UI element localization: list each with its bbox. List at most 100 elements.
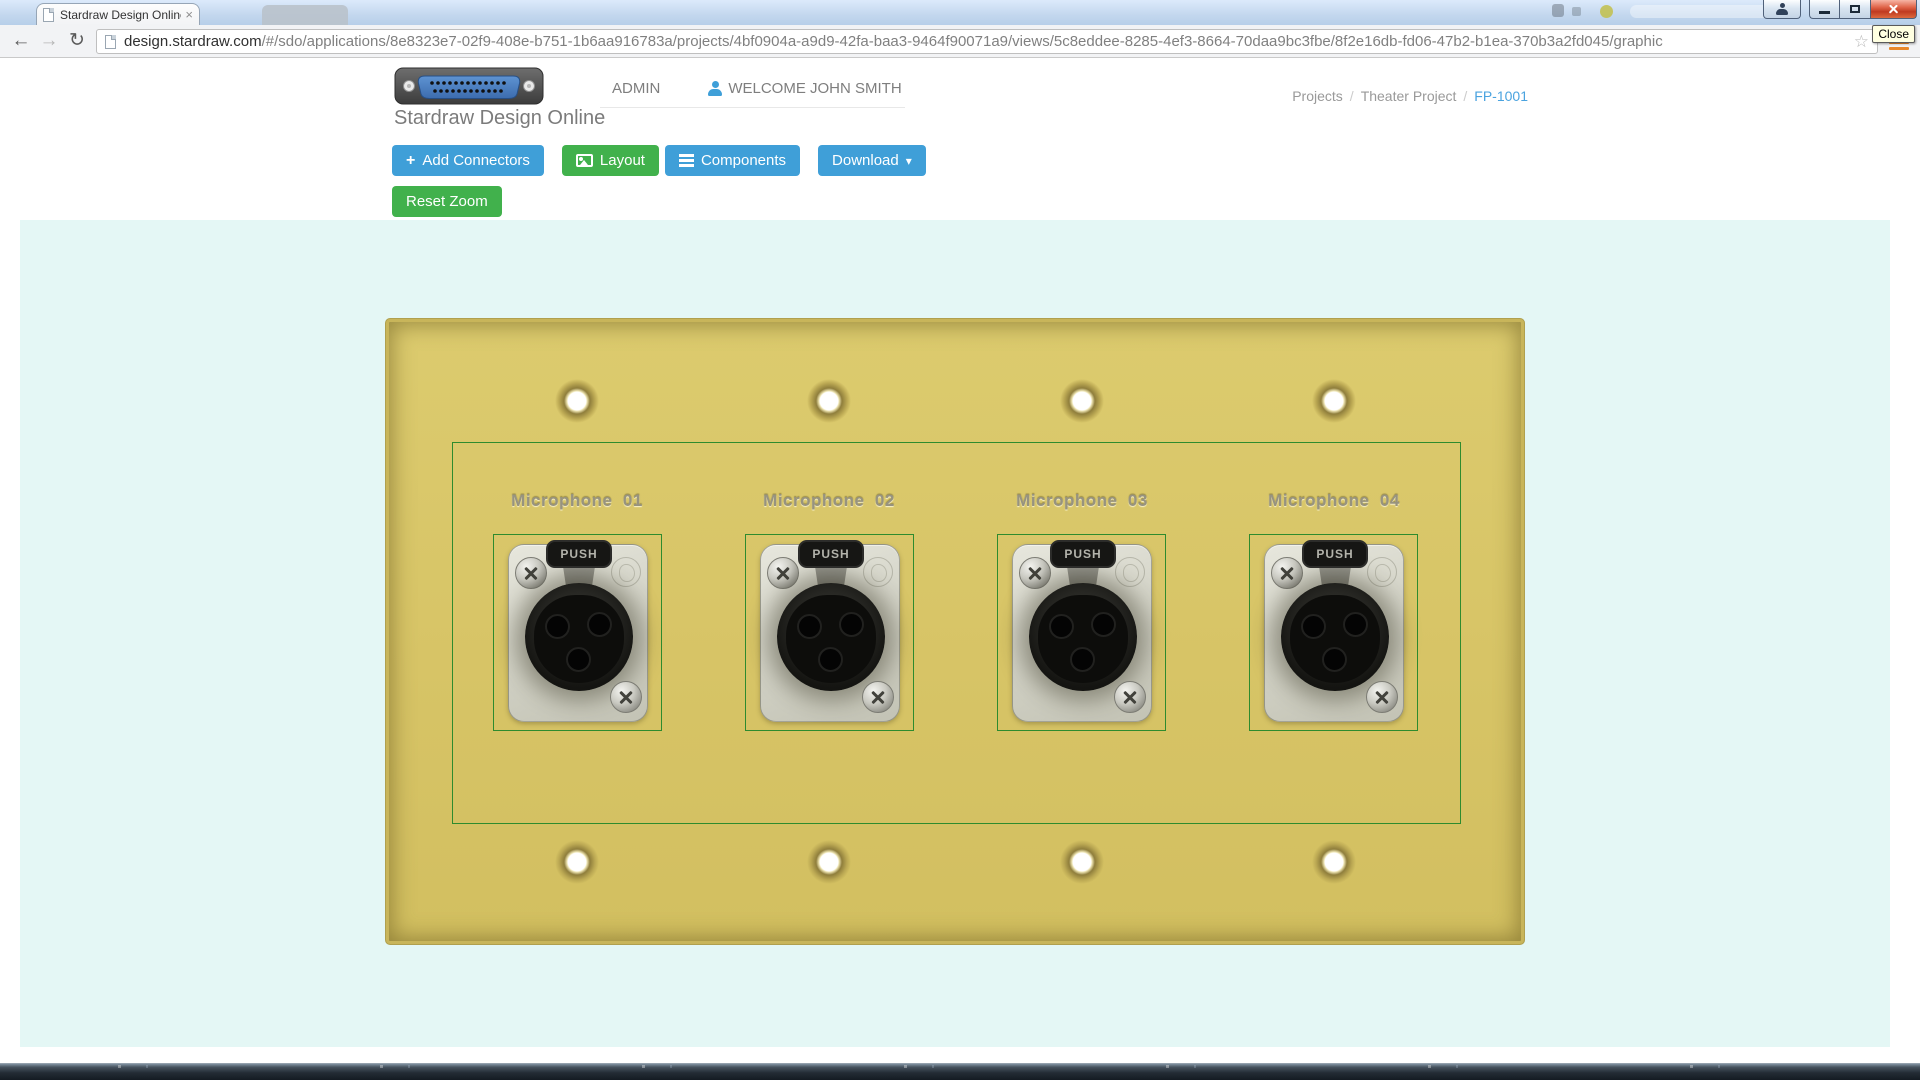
minimize-button[interactable] xyxy=(1809,0,1839,19)
xlr-pin xyxy=(797,614,822,639)
add-connectors-label: Add Connectors xyxy=(422,152,530,169)
nav-user-menu[interactable]: WELCOME JOHN SMITH xyxy=(708,80,901,97)
close-button[interactable] xyxy=(1870,0,1917,19)
connector-label: Microphone 02 xyxy=(719,491,939,511)
mounting-hole xyxy=(1312,379,1356,423)
profile-button[interactable] xyxy=(1763,0,1801,19)
components-button[interactable]: Components xyxy=(665,145,800,176)
xlr-connector-microphone-02[interactable]: PUSH xyxy=(745,534,914,731)
connector-label: Microphone 01 xyxy=(467,491,687,511)
window-controls xyxy=(1763,0,1917,19)
maximize-button[interactable] xyxy=(1839,0,1870,19)
user-icon xyxy=(708,81,722,96)
mounting-hole xyxy=(807,379,851,423)
breadcrumb: Projects/Theater Project/FP-1001 xyxy=(1292,88,1528,104)
xlr-plate: PUSH xyxy=(1264,544,1404,722)
design-canvas[interactable]: Microphone 01 Microphone 02 Microphone 0… xyxy=(20,220,1890,1047)
url-path: /#/sdo/applications/8e8323e7-02f9-408e-b… xyxy=(262,33,1663,50)
background-window-fragment xyxy=(1552,4,1564,17)
list-icon xyxy=(679,154,694,167)
layout-label: Layout xyxy=(600,152,645,169)
xlr-push-tab: PUSH xyxy=(1302,540,1368,568)
xlr-pin xyxy=(1343,612,1368,637)
reset-zoom-button[interactable]: Reset Zoom xyxy=(392,186,502,217)
xlr-connector-microphone-04[interactable]: PUSH xyxy=(1249,534,1418,731)
refresh-button[interactable]: ↻ xyxy=(64,28,90,54)
xlr-pin xyxy=(545,614,570,639)
chevron-down-icon: ▾ xyxy=(906,154,912,168)
nav-admin-link[interactable]: ADMIN xyxy=(612,80,660,97)
background-window-dot xyxy=(1600,5,1613,18)
xlr-plate: PUSH xyxy=(508,544,648,722)
xlr-pin xyxy=(1049,614,1074,639)
forward-button[interactable]: → xyxy=(36,28,62,54)
xlr-pin xyxy=(1070,647,1095,672)
mounting-hole xyxy=(1312,840,1356,884)
browser-tab[interactable]: Stardraw Design Online × xyxy=(36,3,200,25)
background-window-fragment xyxy=(1572,7,1581,16)
screw-icon xyxy=(767,557,799,589)
layout-button[interactable]: Layout xyxy=(562,145,659,176)
windows-taskbar-edge[interactable] xyxy=(0,1063,1920,1080)
plus-icon: + xyxy=(406,152,415,170)
breadcrumb-fp-1001[interactable]: FP-1001 xyxy=(1474,88,1528,104)
xlr-pin xyxy=(1322,647,1347,672)
page-content: Stardraw Design Online ADMIN WELCOME JOH… xyxy=(0,58,1920,1080)
mounting-hole xyxy=(555,379,599,423)
xlr-socket xyxy=(1029,583,1137,691)
background-window-fragment xyxy=(1630,5,1770,18)
screw-icon xyxy=(1366,681,1398,713)
xlr-plate: PUSH xyxy=(1012,544,1152,722)
screw-icon xyxy=(862,681,894,713)
xlr-connector-microphone-01[interactable]: PUSH xyxy=(493,534,662,731)
xlr-pin xyxy=(1091,612,1116,637)
xlr-push-tab: PUSH xyxy=(798,540,864,568)
image-icon xyxy=(576,154,593,167)
screw-icon xyxy=(610,681,642,713)
breadcrumb-projects[interactable]: Projects xyxy=(1292,88,1343,104)
xlr-pin xyxy=(566,647,591,672)
xlr-pin xyxy=(818,647,843,672)
connector-label: Microphone 04 xyxy=(1224,491,1444,511)
nav-welcome-label: WELCOME JOHN SMITH xyxy=(728,80,901,97)
xlr-pin xyxy=(587,612,612,637)
action-toolbar: + Add Connectors Layout Components Downl… xyxy=(392,145,926,176)
xlr-connector-microphone-03[interactable]: PUSH xyxy=(997,534,1166,731)
mounting-hole xyxy=(1060,840,1104,884)
close-tooltip: Close xyxy=(1872,25,1915,43)
wall-plate-panel[interactable]: Microphone 01 Microphone 02 Microphone 0… xyxy=(385,318,1525,945)
maximize-icon xyxy=(1850,5,1860,13)
background-window-fragment xyxy=(262,5,348,25)
browser-toolbar: ← → ↻ design.stardraw.com/#/sdo/applicat… xyxy=(0,25,1920,58)
mounting-hole xyxy=(807,840,851,884)
tab-close-icon[interactable]: × xyxy=(185,8,193,21)
address-bar[interactable]: design.stardraw.com/#/sdo/applications/8… xyxy=(96,29,1878,54)
add-connectors-button[interactable]: + Add Connectors xyxy=(392,145,544,176)
db25-connector-logo-icon xyxy=(394,67,544,105)
connector-label: Microphone 03 xyxy=(972,491,1192,511)
download-label: Download xyxy=(832,152,899,169)
mounting-hole xyxy=(1060,379,1104,423)
brand-emboss-icon xyxy=(863,557,893,587)
breadcrumb-theater-project[interactable]: Theater Project xyxy=(1361,88,1457,104)
back-button[interactable]: ← xyxy=(8,28,34,54)
tab-title: Stardraw Design Online xyxy=(60,8,181,22)
xlr-socket xyxy=(1281,583,1389,691)
app-logo[interactable] xyxy=(394,67,544,110)
screw-icon xyxy=(515,557,547,589)
window-titlebar: Stardraw Design Online × xyxy=(0,0,1920,25)
xlr-socket xyxy=(525,583,633,691)
download-button[interactable]: Download ▾ xyxy=(818,145,926,176)
xlr-pin xyxy=(839,612,864,637)
xlr-socket xyxy=(777,583,885,691)
page-icon xyxy=(105,35,116,49)
brand-emboss-icon xyxy=(1115,557,1145,587)
app-title: Stardraw Design Online xyxy=(394,107,605,130)
bookmark-star-icon[interactable]: ☆ xyxy=(1854,32,1869,52)
url-text: design.stardraw.com/#/sdo/applications/8… xyxy=(124,33,1846,50)
components-label: Components xyxy=(701,152,786,169)
brand-emboss-icon xyxy=(611,557,641,587)
close-icon xyxy=(1887,3,1900,16)
xlr-plate: PUSH xyxy=(760,544,900,722)
person-icon xyxy=(1776,3,1788,15)
